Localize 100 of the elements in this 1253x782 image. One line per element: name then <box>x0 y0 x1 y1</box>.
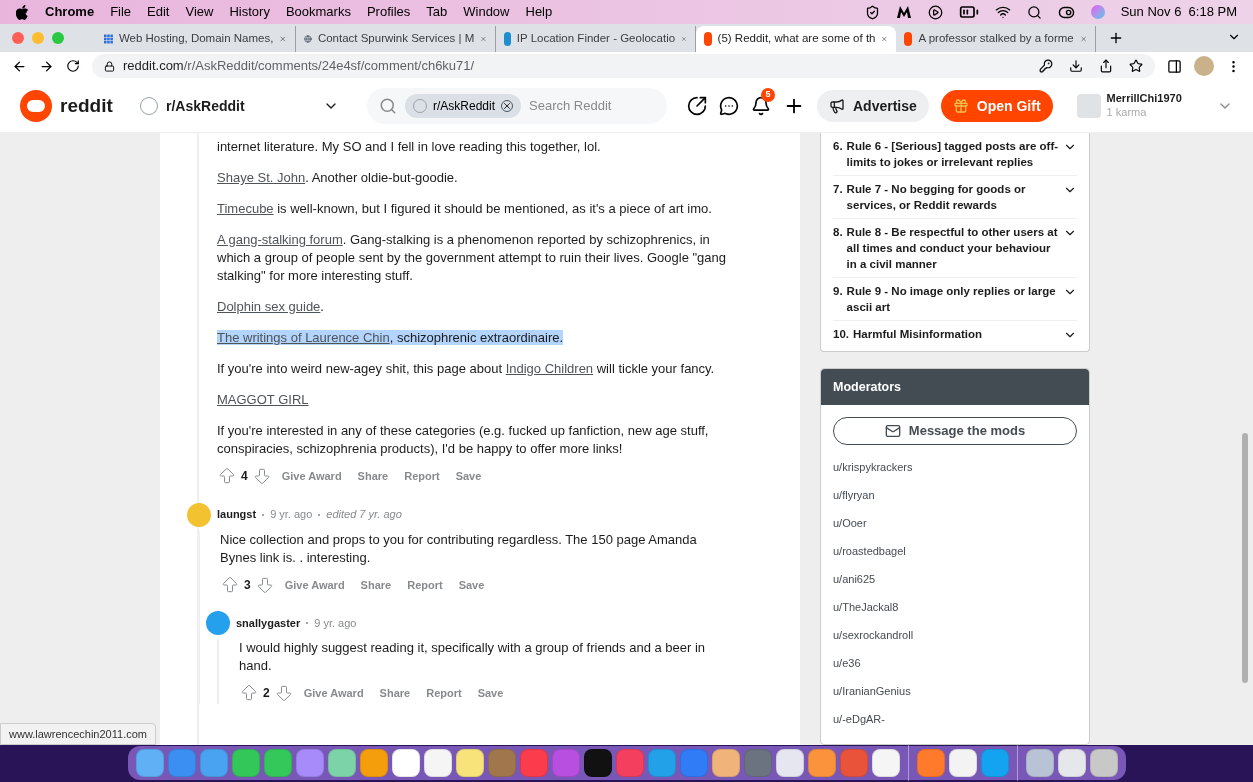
app-icon[interactable] <box>327 749 356 777</box>
comment-author[interactable]: laungst <box>217 506 257 523</box>
app-icon[interactable] <box>711 749 740 777</box>
lock-icon <box>104 60 115 72</box>
comment-action[interactable]: Give Award <box>297 683 370 704</box>
chat-icon[interactable] <box>719 96 739 116</box>
link[interactable]: Indigo Children <box>505 361 594 376</box>
rule-item[interactable]: 9. Rule 9 - No image only replies or large ascii art <box>833 278 1077 321</box>
siri-icon[interactable] <box>1090 5 1105 19</box>
app-icon[interactable] <box>807 749 836 777</box>
upvote-icon[interactable] <box>220 574 240 595</box>
community-chip[interactable]: r/AskReddit <box>405 94 522 118</box>
search-field[interactable]: r/AskReddit Search Reddit <box>367 88 667 124</box>
address-field[interactable]: reddit.com/r/AskReddit/comments/24e4sf/comment/ch6ku71/ <box>92 54 1155 78</box>
moderator-link[interactable]: u/flyryan <box>833 486 875 504</box>
menu-item[interactable]: Edit <box>147 2 170 22</box>
comment-author[interactable]: snallygaster <box>236 614 301 632</box>
menu-item[interactable]: View <box>185 2 214 22</box>
app-icon[interactable] <box>775 749 804 777</box>
moderator-link[interactable]: u/-eDgAR- <box>833 710 885 728</box>
app-icon[interactable] <box>871 749 900 777</box>
app-icon[interactable] <box>948 749 977 777</box>
link[interactable]: The writings of Laurence Chin <box>217 330 390 345</box>
comment-action[interactable]: Share <box>351 466 395 487</box>
link[interactable]: A gang-stalking forum <box>217 232 343 247</box>
app-icon[interactable] <box>1025 749 1054 777</box>
close-window-icon[interactable] <box>12 32 24 44</box>
menu-item[interactable]: Help <box>525 2 553 22</box>
key-icon[interactable] <box>1039 59 1053 73</box>
reload-icon[interactable] <box>66 59 80 73</box>
comment-action[interactable]: Save <box>471 683 510 704</box>
site-logo[interactable]: reddit <box>60 91 113 121</box>
comment-action[interactable]: Save <box>452 574 491 595</box>
app-icon[interactable] <box>583 749 612 777</box>
back-icon[interactable] <box>12 58 27 74</box>
globe-icon <box>304 32 312 46</box>
menu-item[interactable]: Tab <box>426 2 448 22</box>
play-icon[interactable] <box>927 4 943 20</box>
rule-item[interactable]: 7. Rule 7 - No begging for goods or services, or Reddit rewards <box>833 176 1077 219</box>
popular-icon[interactable] <box>687 96 707 116</box>
new-tab-icon[interactable] <box>1108 30 1124 46</box>
vote-count: 4 <box>241 468 248 486</box>
forward-icon[interactable] <box>39 58 54 74</box>
apple-icon[interactable] <box>16 4 29 20</box>
bookmark-icon[interactable] <box>1129 59 1143 73</box>
search-icon[interactable] <box>1026 4 1042 20</box>
app-icon[interactable] <box>455 749 484 777</box>
app-icon[interactable] <box>135 749 164 777</box>
rule-item[interactable]: 6. Rule 6 - [Serious] tagged posts are off-limits to jokes or irrelevant replies <box>833 133 1077 176</box>
moderator-link[interactable]: u/roastedbagel <box>833 542 906 560</box>
comment-action[interactable]: Share <box>354 574 398 595</box>
comment-action[interactable]: Give Award <box>275 466 348 487</box>
side-panel-icon[interactable] <box>1167 58 1182 74</box>
profile-avatar[interactable] <box>1194 56 1214 76</box>
avatar[interactable] <box>206 611 230 635</box>
moderator-link[interactable]: u/IranianGenius <box>833 682 911 700</box>
menu-clock[interactable]: Sun Nov 6 6:18 PM <box>1120 2 1237 22</box>
community-dropdown[interactable]: r/AskReddit <box>132 88 347 124</box>
rule-item[interactable]: 8. Rule 8 - Be respectful to other users at all times and conduct your behaviour in a civil manner <box>833 219 1077 278</box>
menu-item[interactable]: Profiles <box>366 2 411 22</box>
menu-item[interactable]: History <box>229 2 270 22</box>
moderator-link[interactable]: u/Ooer <box>833 514 867 532</box>
close-icon[interactable] <box>279 33 287 45</box>
install-icon[interactable] <box>1069 59 1083 73</box>
megaphone-icon <box>829 98 845 114</box>
app-icon[interactable] <box>263 749 292 777</box>
comment-paragraph: If you're into weird new-agey shit, this page about Indigo Children will tickle your fancy. <box>217 360 716 378</box>
zoom-window-icon[interactable] <box>52 32 64 44</box>
advertise-button[interactable]: Advertise <box>817 90 929 122</box>
wifi-icon[interactable] <box>994 4 1011 20</box>
rule-item[interactable]: 10. Harmful Misinformation <box>833 321 1077 347</box>
app-icon[interactable] <box>1057 749 1086 777</box>
app-icon[interactable] <box>1089 749 1118 777</box>
link[interactable]: MAGGOT GIRL <box>217 392 309 407</box>
moderator-link[interactable]: u/krispykrackers <box>833 458 913 476</box>
comment-action[interactable]: Save <box>449 466 488 487</box>
avatar[interactable] <box>187 502 211 527</box>
m-logo-icon[interactable] <box>895 5 912 19</box>
mail-icon <box>884 423 901 439</box>
app-icon[interactable] <box>231 749 260 777</box>
share-icon[interactable] <box>1099 59 1113 73</box>
user-menu[interactable]: MerrillChi1970 1 karma <box>1076 92 1233 120</box>
menu-item[interactable]: File <box>110 2 132 22</box>
shield-icon[interactable] <box>864 4 880 20</box>
menu-item[interactable]: Chrome <box>45 2 95 22</box>
link[interactable]: Timecube <box>217 201 274 216</box>
comment-action[interactable]: Share <box>373 683 417 704</box>
rule-text: Rule 8 - Be respectful to other users at all times and conduct your behaviour in a civil manner <box>846 225 1059 272</box>
app-icon[interactable] <box>391 749 420 777</box>
comment-action[interactable]: Give Award <box>278 574 351 595</box>
menu-item[interactable]: Window <box>463 2 510 22</box>
notification-icon[interactable] <box>751 96 771 116</box>
moderator-link[interactable]: u/sexrockandroll <box>833 626 914 644</box>
app-icon[interactable] <box>359 749 388 777</box>
moderator-link[interactable]: u/TheJackal8 <box>833 598 899 616</box>
browser-tab[interactable]: (5) Reddit, what are some of th <box>696 26 896 52</box>
menu-item[interactable]: Bookmarks <box>285 2 351 22</box>
moderator-link[interactable]: u/e36 <box>833 654 861 672</box>
app-icon[interactable] <box>423 749 452 777</box>
moderator-link[interactable]: u/ani625 <box>833 570 876 588</box>
